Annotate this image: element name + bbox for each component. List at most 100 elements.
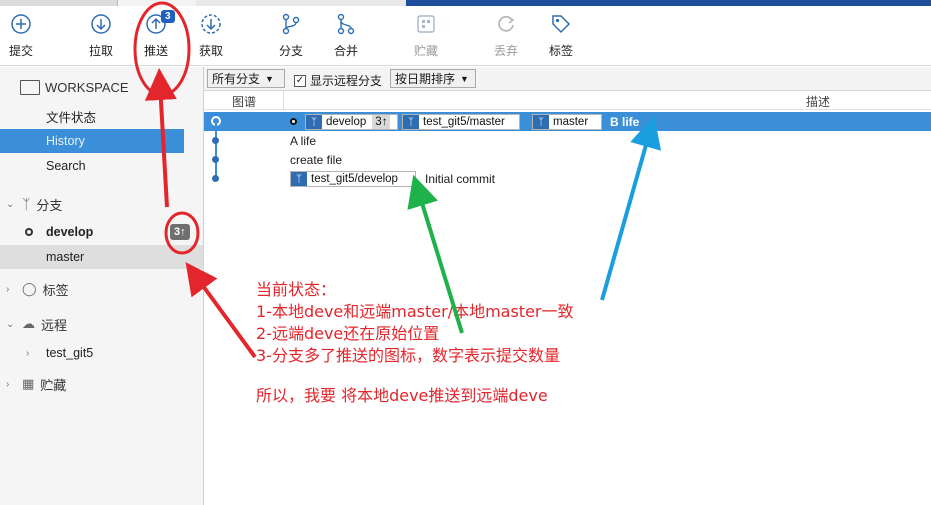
current-branch-icon [25,228,33,236]
show-remote-label: 显示远程分支 [310,74,383,88]
stashes-label: 贮藏 [40,377,67,393]
commit-row[interactable]: ᛉ test_git5/develop Initial commit [204,169,931,188]
stash-icon: ▦ [22,376,35,391]
branch-filter-value: 所有分支 [212,72,261,86]
remotes-header[interactable]: ⌄ ☁ 远程 [0,312,203,336]
branches-label: 分支 [36,197,63,213]
ahead-count-badge: 3↑ [170,224,190,240]
history-label: History [46,134,85,148]
stash-label: 贮藏 [413,44,438,58]
annotation-line: 当前状态： [256,280,337,299]
show-remote-checkbox[interactable]: ✓ 显示远程分支 [294,72,382,89]
annotation-block: 当前状态： 1-本地deve和远端master/本地master一致 2-远端d… [256,279,574,407]
remote-master-text: test_git5/master [423,116,505,128]
workspace-header[interactable]: WORKSPACE [0,75,203,99]
chevron-down-icon: ⌄ [6,318,15,330]
commit-row[interactable]: ᛉ develop 3↑ ᛉ test_git5/master ᛉ master… [204,112,931,131]
sidebar-item-master[interactable]: master [0,245,203,269]
annotation-line: 2-远端deve还在原始位置 [256,324,440,343]
branch-filter-select[interactable]: 所有分支 ▼ [207,69,285,88]
sort-value: 按日期排序 [395,72,456,86]
tag-icon [549,12,573,36]
annotation-arrow [185,262,257,359]
commit-row[interactable]: create file [204,150,931,169]
commit-message: Initial commit [425,172,496,186]
chevron-down-icon: ▼ [460,73,469,84]
push-button[interactable]: 3 推送 [131,10,181,59]
push-count-badge: 3 [161,10,175,23]
commit-message: A life [290,134,317,148]
commit-node [212,156,219,163]
cloud-icon: ☁ [22,316,35,331]
branch-icon: ᛉ [291,172,307,186]
commit-node [212,137,219,144]
develop-label: develop [46,225,94,239]
push-label: 推送 [143,44,168,58]
toolbar: 提交 拉取 3 推送 获取 分支 合并 贮藏 丢弃 标签 [0,6,931,66]
chevron-right-icon: › [6,378,10,390]
chevron-down-icon: ▼ [265,73,274,84]
branch-icon: ᛉ [22,196,31,212]
arrow-down-circle-icon [89,12,113,36]
branch-label: 分支 [278,44,303,58]
discard-label: 丢弃 [493,44,518,58]
checkmark-icon: ✓ [294,74,306,87]
search-label: Search [46,159,86,173]
master-label: master [46,250,85,264]
branch-label-master[interactable]: ᛉ master [532,114,602,130]
develop-tag-text: develop [326,116,367,128]
chevron-down-icon: ⌄ [6,198,15,210]
remote-name-label: test_git5 [46,346,94,360]
plus-circle-icon [9,12,33,36]
branch-icon: ᛉ [403,115,419,129]
pull-label: 拉取 [88,44,113,58]
chevron-right-icon: › [6,283,10,295]
branches-header[interactable]: ⌄ ᛉ 分支 [0,192,203,216]
fetch-label: 获取 [198,44,223,58]
remote-develop-text: test_git5/develop [311,173,398,185]
graph-column-header[interactable]: 图谱 [232,93,256,110]
branch-icon: ᛉ [306,115,322,129]
graph-line [215,121,217,181]
annotation-line: 所以，我要 将本地deve推送到远端deve [256,386,548,405]
commit-button[interactable]: 提交 [0,12,46,59]
current-branch-icon [290,118,297,125]
pull-button[interactable]: 拉取 [76,12,126,59]
sidebar-item-remote-test-git5[interactable]: › test_git5 [0,341,203,365]
commit-label: 提交 [8,44,33,58]
sidebar: WORKSPACE 文件状态 History Search ⌄ ᛉ 分支 dev… [0,67,204,505]
merge-button[interactable]: 合并 [321,12,371,59]
branch-icon: ᛉ [533,115,549,129]
tag-label: 标签 [548,44,573,58]
annotation-line: 1-本地deve和远端master/本地master一致 [256,302,574,321]
stashes-header[interactable]: › ▦ 贮藏 [0,372,203,396]
branch-label-develop[interactable]: ᛉ develop 3↑ [305,114,398,130]
stash-button[interactable]: 贮藏 [401,12,451,59]
branch-label-remote-develop[interactable]: ᛉ test_git5/develop [290,171,416,187]
description-column-header[interactable]: 描述 [806,93,830,110]
sidebar-item-history[interactable]: History [0,129,184,153]
column-divider[interactable] [283,91,284,110]
sidebar-item-develop[interactable]: develop 3↑ [0,220,203,244]
sidebar-item-file-status[interactable]: 文件状态 [0,104,203,128]
branch-label-remote-master[interactable]: ᛉ test_git5/master [402,114,520,130]
commit-row[interactable]: A life [204,131,931,150]
branch-icon [279,12,303,36]
tags-label: 标签 [42,282,69,298]
tag-button[interactable]: 标签 [536,12,586,59]
chevron-right-icon: › [26,347,30,359]
discard-button[interactable]: 丢弃 [481,12,531,59]
discard-icon [494,12,518,36]
branch-button[interactable]: 分支 [266,12,316,59]
commit-message: create file [290,153,343,167]
ahead-count: 3↑ [372,115,391,129]
remotes-label: 远程 [41,317,68,333]
tags-header[interactable]: › ◯ 标签 [0,277,203,301]
fetch-button[interactable]: 获取 [186,12,236,59]
merge-label: 合并 [333,44,358,58]
sidebar-item-search[interactable]: Search [0,154,203,178]
master-tag-text: master [553,116,589,128]
filter-bar: 所有分支 ▼ ✓ 显示远程分支 按日期排序 ▼ [204,67,931,91]
sort-select[interactable]: 按日期排序 ▼ [390,69,476,88]
file-status-label: 文件状态 [46,110,97,125]
